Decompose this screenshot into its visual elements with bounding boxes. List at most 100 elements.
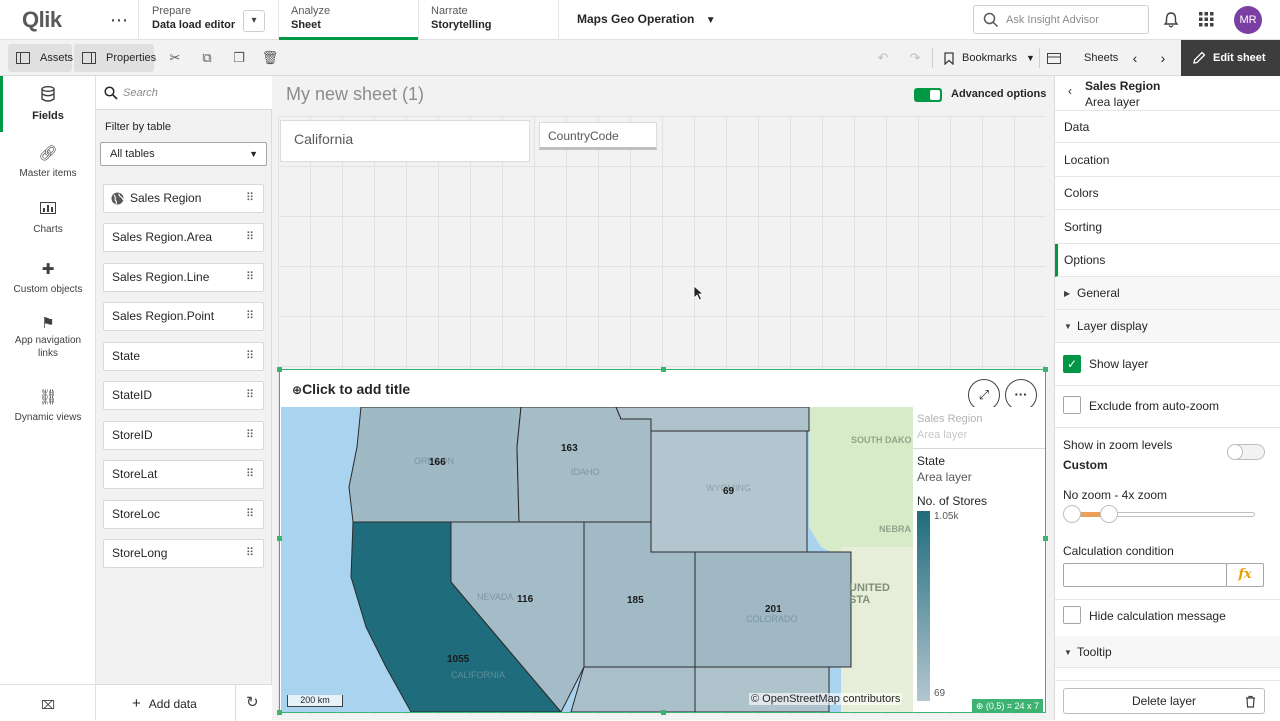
resize-handle[interactable] — [1043, 536, 1048, 541]
drag-handle-icon[interactable]: ⠿ — [246, 501, 254, 528]
field-item-sales-region[interactable]: Sales Region ⠿ — [103, 184, 264, 213]
back-chevron-icon[interactable]: ‹ — [1068, 84, 1072, 98]
sheet-title[interactable]: My new sheet (1) — [286, 84, 424, 105]
calc-condition-input[interactable] — [1063, 563, 1227, 587]
delete-layer-label: Delete layer — [1131, 694, 1197, 708]
field-item-storelong[interactable]: StoreLong ⠿ — [103, 539, 264, 568]
rail-item-fields[interactable]: Fields — [0, 86, 96, 122]
field-item-state[interactable]: State ⠿ — [103, 342, 264, 371]
edit-sheet-button[interactable]: Edit sheet — [1181, 40, 1280, 76]
expression-editor-button[interactable]: fx — [1226, 563, 1264, 587]
filter-pane-california[interactable]: California — [280, 120, 530, 162]
fields-panel: Search Filter by table All tables ▼ Sale… — [96, 76, 272, 721]
table-filter-select[interactable]: All tables ▼ — [100, 142, 267, 166]
drag-handle-icon[interactable]: ⠿ — [246, 422, 254, 449]
resize-handle[interactable] — [277, 710, 282, 715]
resize-handle[interactable] — [277, 367, 282, 372]
prepare-dropdown-chevron-icon[interactable]: ▾ — [243, 10, 265, 32]
user-avatar[interactable]: MR — [1234, 6, 1262, 34]
map-title[interactable]: ⊕Click to add title — [292, 381, 410, 397]
drag-handle-icon[interactable]: ⠿ — [246, 343, 254, 370]
resize-handle[interactable] — [661, 710, 666, 715]
advanced-options-toggle[interactable] — [914, 88, 942, 102]
drag-handle-icon[interactable]: ⠿ — [246, 224, 254, 251]
exclude-autozoom-checkbox[interactable] — [1063, 396, 1081, 414]
field-item-storelat[interactable]: StoreLat ⠿ — [103, 460, 264, 489]
bookmarks-button[interactable]: Bookmarks ▼ — [938, 44, 1036, 72]
show-layer-checkbox[interactable]: ✓ — [1063, 355, 1081, 373]
refresh-icon[interactable]: ↻ — [246, 693, 259, 711]
previous-sheet-chevron-icon[interactable]: ‹ — [1125, 48, 1145, 68]
map-chart[interactable]: ⊕Click to add title ⤢ ··· OREGON IDAHO W… — [277, 367, 1048, 715]
drag-handle-icon[interactable]: ⠿ — [246, 264, 254, 291]
tab-prepare-sub: Data load editor — [152, 19, 236, 31]
insight-advisor-search[interactable]: Ask Insight Advisor — [973, 5, 1149, 34]
field-label: Sales Region — [130, 191, 202, 205]
section-options[interactable]: Options — [1055, 244, 1280, 277]
map-svg — [281, 407, 913, 712]
delete-icon[interactable]: 🗑 — [260, 48, 280, 68]
assets-button[interactable]: Assets — [8, 44, 73, 72]
resize-handle[interactable] — [1043, 367, 1048, 372]
qlik-logo[interactable]: Qlik — [22, 7, 62, 33]
section-sorting[interactable]: Sorting — [1055, 211, 1280, 244]
resize-handle[interactable] — [277, 536, 282, 541]
section-colors[interactable]: Colors — [1055, 177, 1280, 210]
tab-analyze[interactable]: Analyze Sheet — [291, 0, 411, 40]
delete-layer-button[interactable]: Delete layer — [1063, 688, 1265, 714]
group-layer-display[interactable]: ▼ Layer display — [1055, 310, 1280, 343]
drag-handle-icon[interactable]: ⠿ — [246, 185, 254, 212]
zoom-levels-switch[interactable] — [1227, 444, 1265, 460]
field-item-storeid[interactable]: StoreID ⠿ — [103, 421, 264, 450]
drag-handle-icon[interactable]: ⠿ — [246, 303, 254, 330]
drag-handle-icon[interactable]: ⠿ — [246, 540, 254, 567]
field-item-sales-region-line[interactable]: Sales Region.Line ⠿ — [103, 263, 264, 292]
properties-button[interactable]: Properties — [74, 44, 156, 72]
tab-narrate[interactable]: Narrate Storytelling — [431, 0, 551, 40]
field-item-sales-region-area[interactable]: Sales Region.Area ⠿ — [103, 223, 264, 252]
bell-icon[interactable] — [1163, 11, 1179, 29]
rail-item-charts[interactable]: Charts — [0, 202, 96, 235]
field-item-storeloc[interactable]: StoreLoc ⠿ — [103, 500, 264, 529]
rail-label-master-items: Master items — [19, 168, 77, 179]
app-name-dropdown[interactable]: Maps Geo Operation ▼ — [577, 12, 716, 26]
zoom-slider-min-handle[interactable] — [1063, 505, 1081, 523]
mouse-cursor-icon — [693, 285, 705, 301]
sheets-button[interactable]: Sheets — [1044, 44, 1124, 72]
section-data-label: Data — [1064, 120, 1090, 134]
add-data-button[interactable]: + Add data — [132, 695, 197, 712]
app-grid-icon[interactable] — [1199, 12, 1214, 27]
zoom-slider-max-handle[interactable] — [1100, 505, 1118, 523]
field-item-sales-region-point[interactable]: Sales Region.Point ⠿ — [103, 302, 264, 331]
resize-handle[interactable] — [661, 367, 666, 372]
rail-item-master-items[interactable]: 🔗︎ Master items — [0, 144, 96, 179]
filter-pane-countrycode[interactable]: CountryCode — [539, 122, 657, 150]
undo-icon[interactable]: ↶ — [873, 48, 893, 68]
redo-icon[interactable]: ↷ — [905, 48, 925, 68]
field-item-stateid[interactable]: StateID ⠿ — [103, 381, 264, 410]
hide-calc-message-checkbox[interactable] — [1063, 606, 1081, 624]
rail-label-app-navigation: App navigation links — [14, 335, 82, 359]
rail-item-app-navigation-links[interactable]: ⚑ App navigation links — [0, 316, 96, 360]
idaho-label: IDAHO — [571, 467, 600, 477]
rail-item-dynamic-views[interactable]: ⛓︎ Dynamic views — [0, 388, 96, 423]
fields-search-input[interactable]: Search — [96, 76, 272, 110]
rail-item-custom-objects[interactable]: ✚ Custom objects — [0, 260, 96, 295]
section-data[interactable]: Data — [1055, 110, 1280, 143]
map-viewport[interactable]: OREGON IDAHO WYOMING NEVADA COLORADO CAL… — [281, 407, 913, 712]
tab-prepare[interactable]: Prepare Data load editor — [152, 0, 242, 40]
cut-icon[interactable]: ✂ — [165, 48, 185, 68]
copy-icon[interactable]: ⧉ — [197, 48, 217, 68]
group-general[interactable]: ▶ General — [1055, 277, 1280, 310]
more-menu-icon[interactable]: ⋯ — [110, 10, 129, 31]
script-icon[interactable]: ⌧ — [0, 698, 96, 712]
table-filter-value: All tables — [110, 148, 155, 160]
drag-handle-icon[interactable]: ⠿ — [246, 382, 254, 409]
drag-handle-icon[interactable]: ⠿ — [246, 461, 254, 488]
zoom-range-label: No zoom - 4x zoom — [1063, 488, 1168, 502]
next-sheet-chevron-icon[interactable]: › — [1153, 48, 1173, 68]
map-attribution[interactable]: © OpenStreetMap contributors — [749, 693, 903, 705]
group-tooltip[interactable]: ▼ Tooltip — [1055, 636, 1280, 668]
paste-icon[interactable]: ❐ — [229, 48, 249, 68]
section-location[interactable]: Location — [1055, 144, 1280, 177]
